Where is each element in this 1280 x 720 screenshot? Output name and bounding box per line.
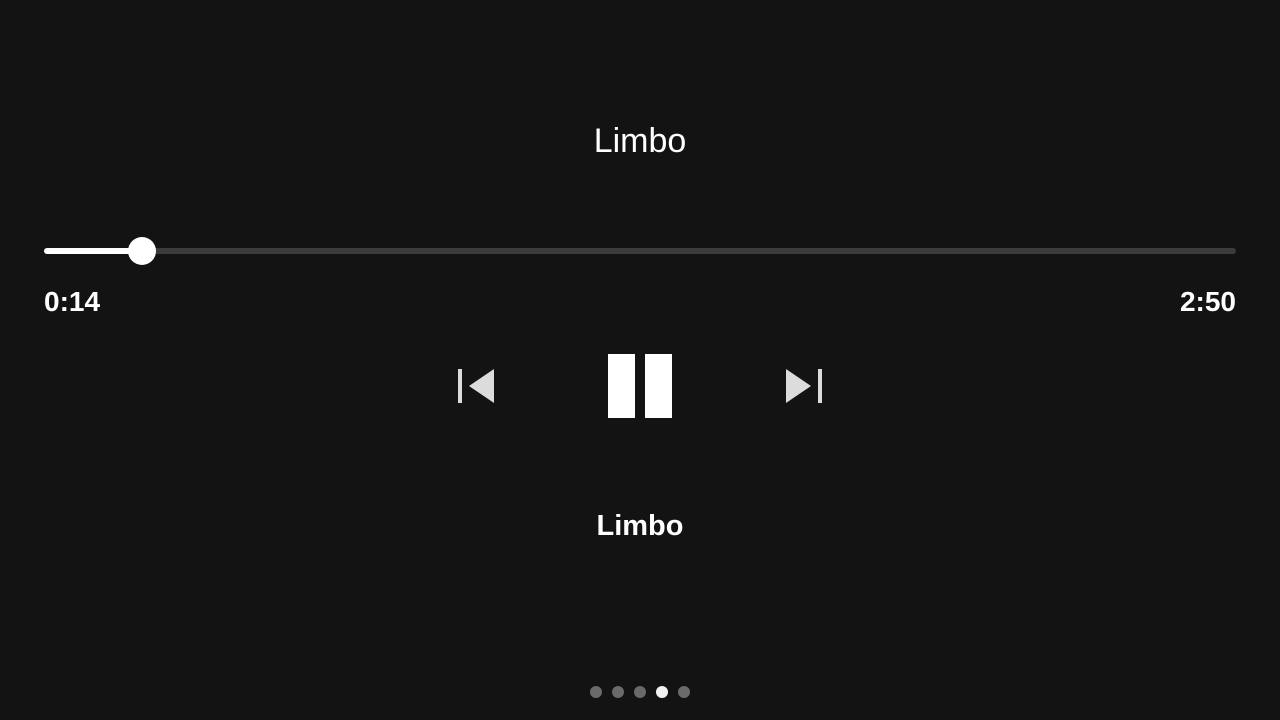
previous-track-button[interactable] <box>452 362 500 410</box>
total-duration: 2:50 <box>1179 286 1236 317</box>
next-track-button[interactable] <box>780 362 828 410</box>
page-indicator <box>0 686 1280 698</box>
skip-previous-icon <box>458 369 494 403</box>
skip-next-icon <box>786 369 822 403</box>
track-subtitle: Limbo <box>596 510 684 542</box>
elapsed-time: 0:14 <box>44 286 101 317</box>
page-dot[interactable] <box>612 686 624 698</box>
track-title: Limbo <box>593 122 687 160</box>
pause-button[interactable] <box>604 350 676 422</box>
music-player: Limbo 0:14 2:50 Limbo <box>0 0 1280 720</box>
page-dot[interactable] <box>590 686 602 698</box>
page-dot[interactable] <box>656 686 668 698</box>
page-dot[interactable] <box>634 686 646 698</box>
seek-bar[interactable] <box>44 236 1236 266</box>
pause-icon <box>608 354 672 418</box>
seek-track <box>44 248 1236 254</box>
seek-thumb[interactable] <box>128 237 156 265</box>
page-dot[interactable] <box>678 686 690 698</box>
